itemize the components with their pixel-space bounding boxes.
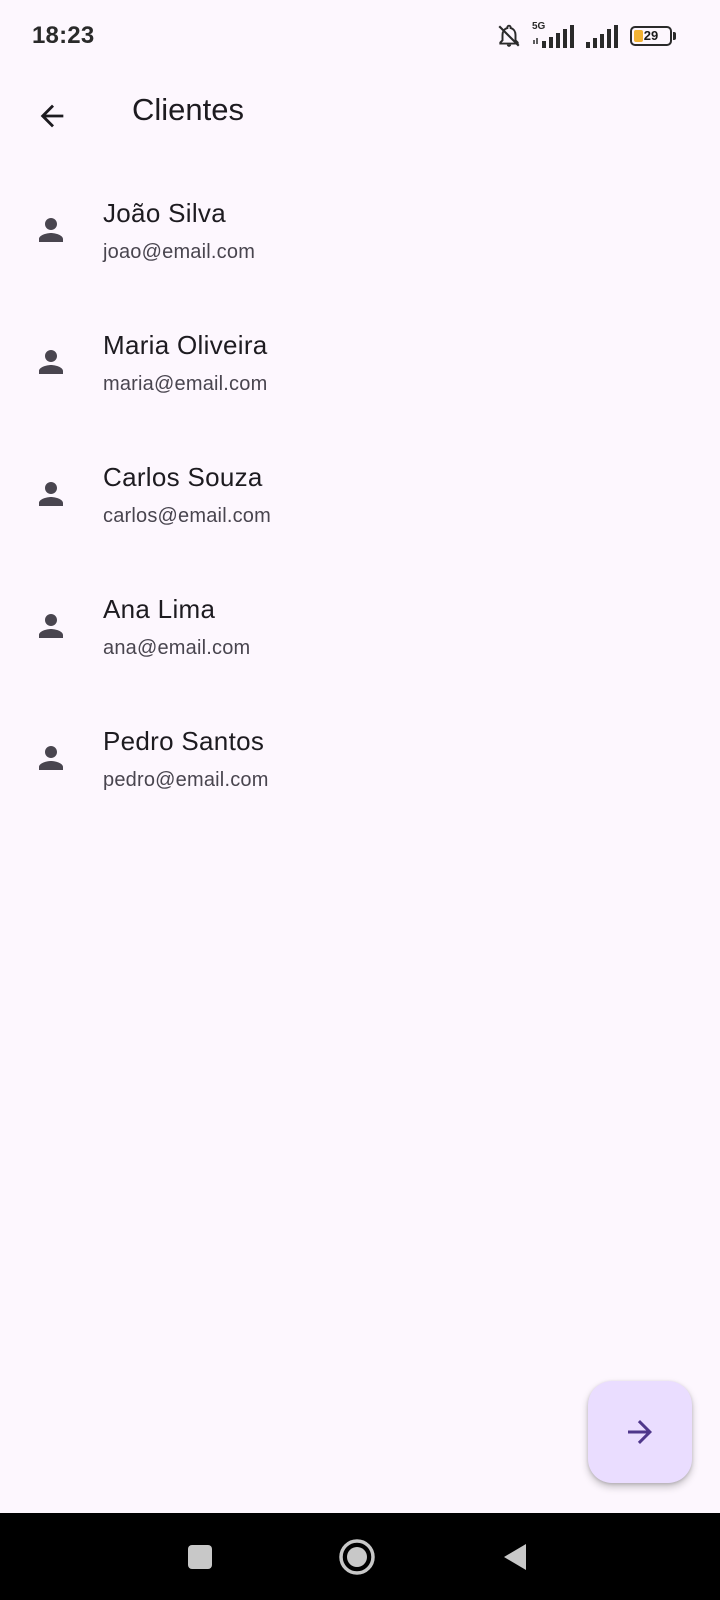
status-bar: 18:23 5G 29	[0, 0, 720, 72]
arrow-right-icon	[628, 1420, 652, 1444]
list-item[interactable]: Maria Oliveira maria@email.com	[0, 299, 720, 431]
person-icon	[39, 614, 63, 638]
home-button[interactable]	[333, 1533, 381, 1581]
list-item[interactable]: Pedro Santos pedro@email.com	[0, 695, 720, 827]
client-name: João Silva	[103, 198, 226, 228]
home-circle-icon	[339, 1539, 375, 1575]
client-name: Carlos Souza	[103, 462, 263, 492]
status-icons: 5G 29	[496, 21, 676, 50]
system-nav-bar	[0, 1513, 720, 1600]
app-bar: Clientes	[0, 72, 720, 152]
client-name: Maria Oliveira	[103, 330, 268, 360]
person-icon	[39, 350, 63, 374]
client-email: maria@email.com	[103, 373, 268, 395]
back-triangle-icon	[504, 1544, 526, 1570]
client-email: pedro@email.com	[103, 769, 269, 791]
client-email: joao@email.com	[103, 241, 256, 263]
list-item[interactable]: João Silva joao@email.com	[0, 167, 720, 299]
client-name: Pedro Santos	[103, 726, 265, 756]
signal-icon	[586, 22, 620, 50]
person-icon	[39, 218, 63, 242]
battery-cap	[673, 32, 676, 40]
list-item[interactable]: Ana Lima ana@email.com	[0, 563, 720, 695]
network-label: 5G	[532, 21, 546, 32]
recents-square-icon	[188, 1545, 212, 1569]
arrow-left-icon	[40, 104, 64, 128]
battery-icon: 29	[630, 26, 672, 46]
signal-5g-icon: 5G	[532, 21, 576, 50]
person-icon	[39, 482, 63, 506]
next-fab-button[interactable]	[588, 1381, 692, 1483]
battery-level: 29	[643, 28, 659, 43]
client-list: João Silva joao@email.com Maria Oliveira…	[0, 167, 720, 827]
client-name: Ana Lima	[103, 594, 216, 624]
system-back-button[interactable]	[491, 1533, 539, 1581]
recents-button[interactable]	[176, 1533, 224, 1581]
page-title: Clientes	[132, 92, 244, 127]
client-email: ana@email.com	[103, 637, 251, 659]
person-icon	[39, 746, 63, 770]
bell-off-icon	[496, 23, 522, 49]
back-button[interactable]	[24, 88, 80, 144]
status-time: 18:23	[32, 22, 95, 49]
client-email: carlos@email.com	[103, 505, 271, 527]
list-item[interactable]: Carlos Souza carlos@email.com	[0, 431, 720, 563]
